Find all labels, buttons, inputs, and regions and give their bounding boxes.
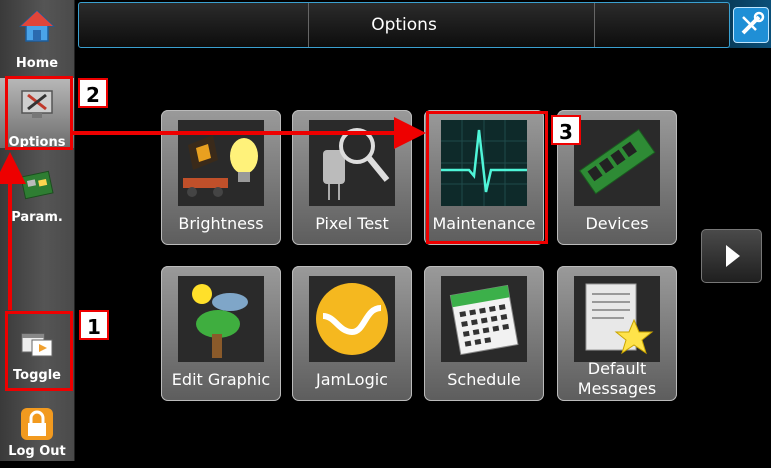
- callout-3: 3: [551, 115, 581, 145]
- callout-2: 2: [78, 78, 108, 108]
- annotation-arrows: [0, 117, 426, 310]
- callout-1: 1: [79, 310, 109, 340]
